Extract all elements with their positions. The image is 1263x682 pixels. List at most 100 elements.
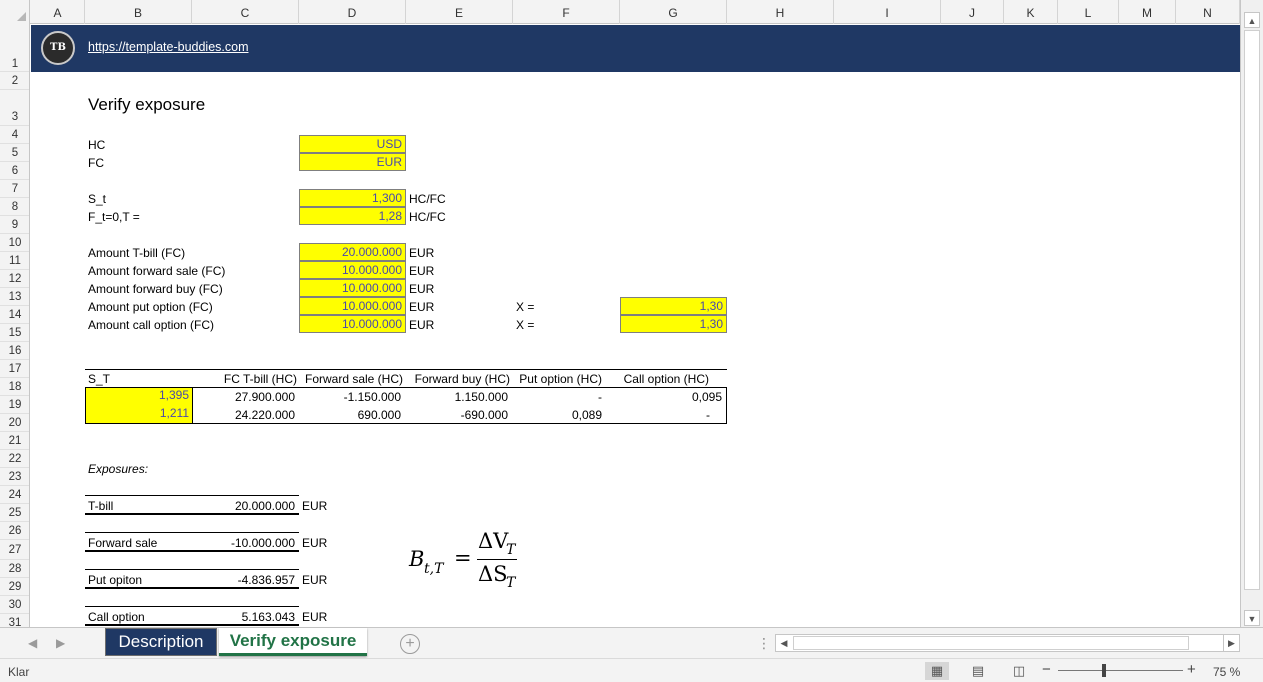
row-header[interactable]: 1 bbox=[0, 24, 29, 72]
select-all-corner[interactable] bbox=[0, 0, 30, 24]
exposure-label: Forward sale bbox=[88, 536, 158, 550]
row-header[interactable]: 7 bbox=[0, 180, 29, 198]
fc-input[interactable]: EUR bbox=[299, 153, 406, 171]
row-header[interactable]: 20 bbox=[0, 414, 29, 432]
row-header[interactable]: 27 bbox=[0, 540, 29, 560]
forward-rate-label: F_t=0,T = bbox=[88, 210, 140, 224]
put-strike-input[interactable]: 1,30 bbox=[620, 297, 727, 315]
row-header[interactable]: 19 bbox=[0, 396, 29, 414]
tab-scroll-left-icon[interactable]: ◀ bbox=[28, 636, 37, 650]
amount-tbill-input[interactable]: 20.000.000 bbox=[299, 243, 406, 261]
row-header[interactable]: 29 bbox=[0, 578, 29, 596]
row-header[interactable]: 25 bbox=[0, 504, 29, 522]
zoom-level[interactable]: 75 % bbox=[1213, 665, 1240, 679]
header-banner: TB https://template-buddies.com bbox=[31, 25, 1240, 72]
amount-label: Amount T-bill (FC) bbox=[88, 246, 186, 260]
row-header[interactable]: 23 bbox=[0, 468, 29, 486]
call-strike-input[interactable]: 1,30 bbox=[620, 315, 727, 333]
column-header-k[interactable]: K bbox=[1004, 0, 1058, 24]
row-header[interactable]: 5 bbox=[0, 144, 29, 162]
amount-put-option-input[interactable]: 10.000.000 bbox=[299, 297, 406, 315]
spot-rate-unit: HC/FC bbox=[409, 192, 446, 206]
row-header[interactable]: 28 bbox=[0, 560, 29, 578]
row-header[interactable]: 24 bbox=[0, 486, 29, 504]
sheet-title: Verify exposure bbox=[88, 95, 206, 114]
amount-forward-sale-input[interactable]: 10.000.000 bbox=[299, 261, 406, 279]
worksheet-grid[interactable]: TB https://template-buddies.com Verify e… bbox=[31, 25, 1240, 627]
forward-rate-input[interactable]: 1,28 bbox=[299, 207, 406, 225]
row-header[interactable]: 12 bbox=[0, 270, 29, 288]
row-header[interactable]: 11 bbox=[0, 252, 29, 270]
column-header-h[interactable]: H bbox=[727, 0, 834, 24]
row-header[interactable]: 18 bbox=[0, 378, 29, 396]
column-header-e[interactable]: E bbox=[406, 0, 513, 24]
tab-description[interactable]: Description bbox=[105, 628, 217, 656]
row-header[interactable]: 4 bbox=[0, 126, 29, 144]
amount-call-option-input[interactable]: 10.000.000 bbox=[299, 315, 406, 333]
column-header-g[interactable]: G bbox=[620, 0, 727, 24]
spot-rate-input[interactable]: 1,300 bbox=[299, 189, 406, 207]
hc-input[interactable]: USD bbox=[299, 135, 406, 153]
spot-rate-label: S_t bbox=[88, 192, 107, 206]
scroll-up-icon[interactable]: ▲ bbox=[1244, 12, 1260, 28]
column-header-m[interactable]: M bbox=[1119, 0, 1176, 24]
row-header[interactable]: 3 bbox=[0, 90, 29, 126]
amount-label: Amount put option (FC) bbox=[88, 300, 213, 314]
row-header[interactable]: 2 bbox=[0, 72, 29, 90]
exposure-bottom-border bbox=[85, 513, 299, 515]
row-header[interactable]: 10 bbox=[0, 234, 29, 252]
row-header[interactable]: 22 bbox=[0, 450, 29, 468]
exposure-unit: EUR bbox=[302, 499, 328, 513]
row-header[interactable]: 31 bbox=[0, 614, 29, 627]
row-header[interactable]: 15 bbox=[0, 324, 29, 342]
zoom-slider-handle[interactable] bbox=[1102, 664, 1106, 677]
tab-verify-exposure[interactable]: Verify exposure bbox=[219, 628, 367, 656]
horizontal-scroll-thumb[interactable] bbox=[793, 636, 1189, 650]
table-header: S_T bbox=[88, 372, 111, 386]
scroll-left-icon[interactable]: ◀ bbox=[776, 635, 792, 651]
zoom-in-icon[interactable]: + bbox=[1187, 661, 1196, 678]
column-header-a[interactable]: A bbox=[31, 0, 85, 24]
banner-url-link[interactable]: https://template-buddies.com bbox=[88, 40, 249, 54]
amount-unit: EUR bbox=[409, 264, 435, 278]
zoom-out-icon[interactable]: − bbox=[1042, 661, 1051, 678]
row-header[interactable]: 21 bbox=[0, 432, 29, 450]
vertical-scrollbar[interactable]: ▲ ▼ bbox=[1240, 0, 1263, 627]
row-header[interactable]: 6 bbox=[0, 162, 29, 180]
status-bar: Klar ▦ ▤ ◫ − + 75 % bbox=[0, 658, 1263, 682]
column-header-j[interactable]: J bbox=[941, 0, 1004, 24]
row-header[interactable]: 17 bbox=[0, 360, 29, 378]
exposure-label: T-bill bbox=[88, 499, 114, 513]
amount-label: Amount call option (FC) bbox=[88, 318, 215, 332]
column-header-b[interactable]: B bbox=[85, 0, 192, 24]
page-layout-view-icon[interactable]: ▤ bbox=[966, 662, 990, 680]
splitter-handle-icon[interactable]: ⋮ bbox=[757, 635, 771, 652]
amount-label: Amount forward sale (FC) bbox=[88, 264, 226, 278]
row-header[interactable]: 16 bbox=[0, 342, 29, 360]
page-break-view-icon[interactable]: ◫ bbox=[1007, 662, 1031, 680]
zoom-slider[interactable] bbox=[1058, 670, 1183, 671]
column-header-f[interactable]: F bbox=[513, 0, 620, 24]
row-header[interactable]: 8 bbox=[0, 198, 29, 216]
scroll-right-icon[interactable]: ▶ bbox=[1223, 635, 1239, 651]
normal-view-icon[interactable]: ▦ bbox=[925, 662, 949, 680]
row-header-bar: 1 2 3 4 5 6 7 8 9 10 11 12 13 14 15 16 1… bbox=[0, 24, 30, 627]
scroll-down-icon[interactable]: ▼ bbox=[1244, 610, 1260, 626]
exposure-value: 20.000.000 bbox=[234, 499, 295, 513]
vertical-scroll-thumb[interactable] bbox=[1244, 30, 1260, 590]
column-header-d[interactable]: D bbox=[299, 0, 406, 24]
row-header[interactable]: 13 bbox=[0, 288, 29, 306]
column-header-n[interactable]: N bbox=[1176, 0, 1240, 24]
column-header-c[interactable]: C bbox=[192, 0, 299, 24]
amount-label: Amount forward buy (FC) bbox=[88, 282, 223, 296]
row-header[interactable]: 9 bbox=[0, 216, 29, 234]
row-header[interactable]: 30 bbox=[0, 596, 29, 614]
horizontal-scrollbar[interactable]: ◀ ▶ bbox=[775, 634, 1240, 652]
row-header[interactable]: 26 bbox=[0, 522, 29, 540]
tab-scroll-right-icon[interactable]: ▶ bbox=[56, 636, 65, 650]
amount-forward-buy-input[interactable]: 10.000.000 bbox=[299, 279, 406, 297]
row-header[interactable]: 14 bbox=[0, 306, 29, 324]
column-header-i[interactable]: I bbox=[834, 0, 941, 24]
add-sheet-icon[interactable]: + bbox=[400, 634, 420, 654]
column-header-l[interactable]: L bbox=[1058, 0, 1119, 24]
